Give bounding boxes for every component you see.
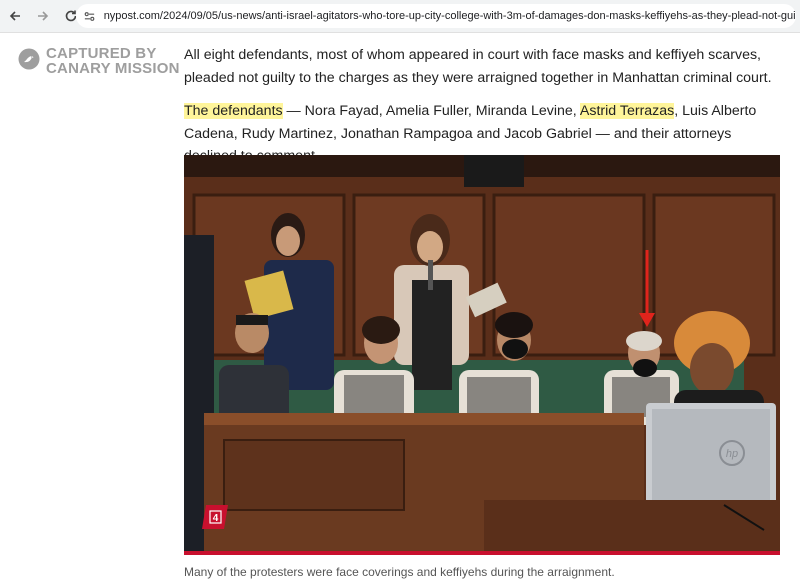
back-arrow-icon bbox=[9, 11, 20, 21]
courtroom-photo[interactable]: hp 4 bbox=[184, 155, 780, 555]
canary-mission-watermark: CAPTURED BY CANARY MISSION bbox=[18, 46, 180, 76]
article-body: All eight defendants, most of whom appea… bbox=[184, 44, 784, 168]
address-bar[interactable]: nypost.com/2024/09/05/us-news/anti-israe… bbox=[76, 4, 796, 28]
hp-logo: hp bbox=[726, 448, 738, 460]
article-paragraph-1: All eight defendants, most of whom appea… bbox=[184, 47, 772, 86]
url-text: nypost.com/2024/09/05/us-news/anti-israe… bbox=[103, 10, 796, 22]
site-settings-icon[interactable] bbox=[82, 8, 98, 24]
highlight-astrid-terrazas: Astrid Terrazas bbox=[579, 103, 675, 119]
browser-toolbar: nypost.com/2024/09/05/us-news/anti-israe… bbox=[0, 0, 800, 33]
highlight-the-defendants: The defendants bbox=[184, 103, 283, 119]
back-button[interactable] bbox=[2, 3, 28, 29]
photo-caption: Many of the protesters were face coverin… bbox=[184, 565, 615, 579]
gallery-number: 4 bbox=[213, 513, 219, 524]
paragraph-2-text-1: — Nora Fayad, Amelia Fuller, Miranda Lev… bbox=[282, 103, 580, 119]
forward-arrow-icon bbox=[38, 11, 49, 21]
forward-button[interactable] bbox=[30, 3, 56, 29]
watermark-line1: CAPTURED BY bbox=[46, 45, 157, 62]
gallery-index-badge[interactable]: 4 bbox=[202, 505, 228, 529]
canary-bird-logo-icon bbox=[18, 48, 40, 70]
watermark-line2: CANARY MISSION bbox=[46, 60, 180, 77]
courtroom-scene: hp bbox=[184, 155, 780, 551]
